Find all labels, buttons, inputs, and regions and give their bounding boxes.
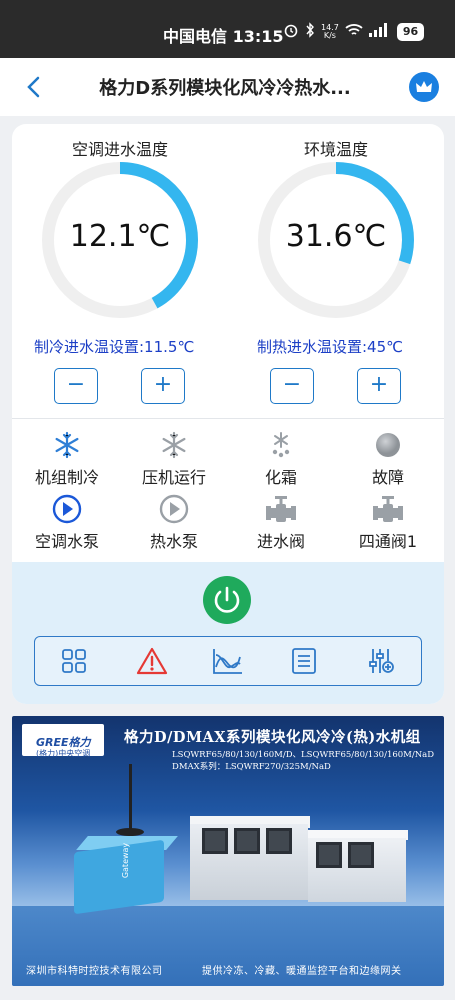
- status-bar: 中国电信 13:15 14.7 K/s 96: [0, 0, 455, 58]
- inlet-temp-value: 12.1℃: [69, 219, 171, 254]
- ambient-temp-value: 31.6℃: [285, 219, 387, 254]
- status-label: 热水泵: [149, 532, 198, 551]
- fan-image: [266, 828, 292, 854]
- status-compressor: 压机运行: [124, 430, 224, 488]
- fan-image: [202, 828, 228, 854]
- status-four-way-valve: 四通阀1: [338, 494, 438, 552]
- status-label: 化霜: [264, 468, 297, 487]
- power-icon: [214, 586, 240, 613]
- status-label: 进水阀: [256, 532, 305, 551]
- gateway-label: Gateway: [121, 842, 131, 879]
- status-inlet-valve: 进水阀: [231, 494, 331, 552]
- status-label: 故障: [371, 468, 404, 487]
- status-label: 压机运行: [141, 468, 206, 487]
- grid-icon[interactable]: [60, 647, 88, 675]
- settings-sliders-icon[interactable]: [367, 647, 395, 675]
- antenna-base-image: [116, 828, 144, 836]
- control-area: [12, 562, 444, 704]
- fault-dot-icon: [338, 430, 438, 460]
- heating-decrease-button[interactable]: −: [270, 368, 314, 404]
- banner-model-line-1: LSQWRF65/80/130/160M/D、LSQWRF65/80/130/1…: [172, 750, 435, 760]
- crown-button[interactable]: [409, 72, 439, 102]
- defrost-icon: [231, 430, 331, 460]
- function-toolbar: [34, 636, 422, 686]
- status-unit-cooling: 机组制冷: [17, 430, 117, 488]
- banner-title: 格力D/DMAX系列模块化风冷冷(热)水机组: [124, 729, 421, 746]
- heating-increase-button[interactable]: +: [357, 368, 401, 404]
- status-label: 空调水泵: [34, 532, 99, 551]
- valve-icon: [231, 494, 331, 524]
- gree-logo: GREE格力 (格力)中央空调: [22, 724, 104, 758]
- banner-company: 深圳市科特时控技术有限公司: [26, 966, 163, 977]
- device-card: 空调进水温度 12.1℃ 制冷进水温设置:11.5℃ − + 环境温度 31.6…: [12, 124, 444, 704]
- list-icon[interactable]: [290, 647, 318, 675]
- nav-bar: 格力D系列模块化风冷冷热水...: [0, 58, 455, 116]
- banner-slogan: 提供冷冻、冷藏、暖通监控平台和边缘网关: [202, 966, 402, 977]
- power-button[interactable]: [203, 576, 251, 624]
- status-label: 机组制冷: [34, 468, 99, 487]
- net-speed: 14.7 K/s: [321, 22, 339, 40]
- cooling-increase-button[interactable]: +: [141, 368, 185, 404]
- battery-indicator: 96: [396, 22, 425, 41]
- fan-image: [348, 842, 374, 868]
- status-ac-pump: 空调水泵: [17, 494, 117, 552]
- wifi-icon: [345, 23, 363, 40]
- cooling-decrease-button[interactable]: −: [54, 368, 98, 404]
- cooling-setpoint-label[interactable]: 制冷进水温设置:11.5℃: [34, 336, 194, 357]
- status-hot-water-pump: 热水泵: [124, 494, 224, 552]
- alarm-clock-icon: [283, 22, 299, 41]
- status-fault: 故障: [338, 430, 438, 488]
- crown-icon: [416, 81, 432, 92]
- gree-logo-sub: (格力)中央空调: [36, 749, 91, 758]
- curve-chart-icon[interactable]: [212, 647, 242, 675]
- status-defrost: 化霜: [231, 430, 331, 488]
- pump-icon: [17, 494, 117, 524]
- signal-icon: [368, 23, 391, 40]
- status-icons: 14.7 K/s 96: [283, 22, 425, 41]
- gauge-label-ambient-temp: 环境温度: [303, 140, 368, 159]
- valve-icon: [338, 494, 438, 524]
- carrier-time: 中国电信 13:15: [163, 27, 284, 46]
- alarm-icon[interactable]: [136, 647, 168, 675]
- snowflake-icon: [124, 430, 224, 460]
- fan-image: [316, 842, 342, 868]
- gauge-label-inlet-temp: 空调进水温度: [71, 140, 168, 159]
- heating-setpoint-label[interactable]: 制热进水温设置:45℃: [257, 336, 403, 357]
- status-label: 四通阀1: [358, 532, 418, 551]
- banner-model-line-2: DMAX系列：LSQWRF270/325M/NaD: [172, 762, 331, 772]
- back-button[interactable]: [22, 74, 48, 100]
- product-banner[interactable]: GREE格力 (格力)中央空调 格力D/DMAX系列模块化风冷冷(热)水机组 L…: [12, 716, 444, 986]
- bluetooth-icon: [305, 22, 315, 41]
- pump-icon: [124, 494, 224, 524]
- divider: [12, 418, 444, 419]
- fan-image: [234, 828, 260, 854]
- gateway-device-image: [74, 839, 164, 915]
- snowflake-icon: [17, 430, 117, 460]
- page-title: 格力D系列模块化风冷冷热水...: [99, 78, 351, 99]
- antenna-image: [129, 764, 132, 832]
- chevron-left-icon: [27, 76, 40, 98]
